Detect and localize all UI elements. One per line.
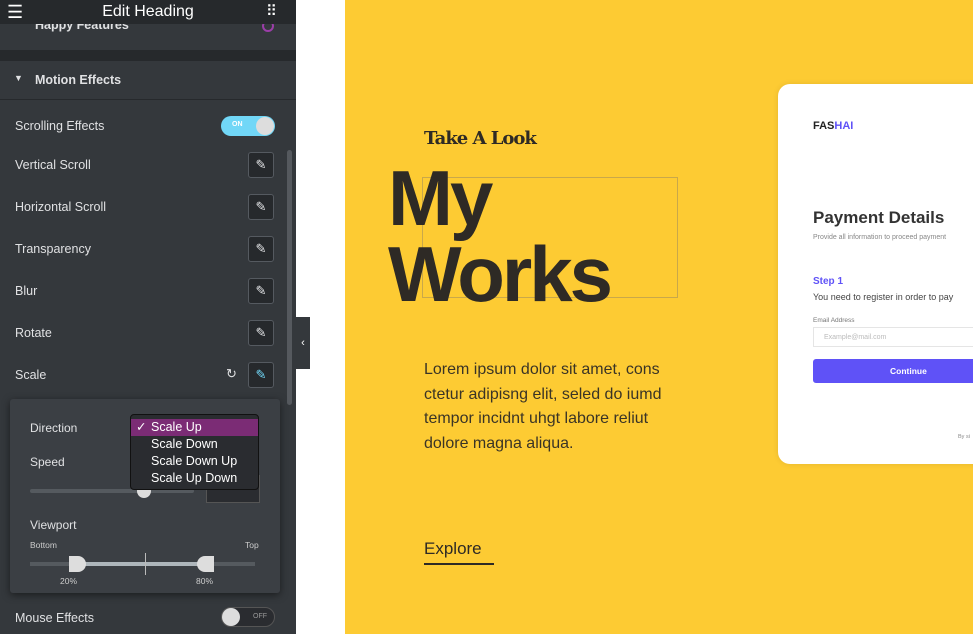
viewport-end-handle[interactable] — [197, 556, 214, 572]
page-canvas: Take A Look My Works Lorem ipsum dolor si… — [345, 0, 973, 634]
scale-label: Scale — [15, 368, 47, 382]
panel-title: Edit Heading — [102, 3, 194, 20]
email-input[interactable]: Example@mail.com — [813, 327, 973, 347]
mouse-effects-toggle[interactable]: OFF — [221, 607, 275, 627]
transparency-label: Transparency — [15, 242, 91, 256]
happy-icon — [262, 24, 274, 32]
blur-edit-button[interactable]: ✎ — [248, 278, 274, 304]
transparency-edit-button[interactable]: ✎ — [248, 236, 274, 262]
vertical-scroll-edit-button[interactable]: ✎ — [248, 152, 274, 178]
mouse-effects-label: Mouse Effects — [15, 611, 94, 625]
payment-card: FASHAI Payment Details Provide all infor… — [778, 84, 973, 464]
continue-button[interactable]: Continue — [813, 359, 973, 383]
horizontal-scroll-edit-button[interactable]: ✎ — [248, 194, 274, 220]
direction-dropdown[interactable]: ✓ Scale Up Scale Down Scale Down Up Scale… — [130, 414, 259, 490]
fashai-logo: FASHAI — [813, 120, 854, 132]
check-icon: ✓ — [136, 420, 147, 434]
reset-icon[interactable]: ↻ — [226, 366, 237, 382]
divider — [0, 50, 296, 61]
body-text: Lorem ipsum dolor sit amet, cons ctetur … — [424, 361, 662, 452]
horizontal-scroll-label: Horizontal Scroll — [15, 200, 107, 214]
section-motion-effects[interactable]: ▼ Motion Effects — [0, 61, 296, 100]
scrolling-effects-toggle[interactable]: ON — [221, 116, 275, 136]
option-scale-down-up[interactable]: Scale Down Up — [131, 453, 258, 470]
viewport-start-handle[interactable] — [69, 556, 86, 572]
option-scale-up[interactable]: ✓ Scale Up — [131, 419, 258, 436]
scrolling-effects-label: Scrolling Effects — [15, 119, 105, 133]
scale-edit-button[interactable]: ✎ — [248, 362, 274, 388]
rotate-edit-button[interactable]: ✎ — [248, 320, 274, 346]
subtitle: Take A Look — [424, 128, 537, 149]
section-happy-features[interactable]: Happy Features — [0, 24, 296, 50]
blur-label: Blur — [15, 284, 38, 298]
scrollbar[interactable] — [287, 150, 292, 405]
grid-icon[interactable]: ⠿ — [266, 0, 277, 24]
option-scale-down[interactable]: Scale Down — [131, 436, 258, 453]
collapse-panel-button[interactable]: ‹ — [296, 317, 310, 369]
heading[interactable]: My Works — [388, 159, 613, 313]
vertical-scroll-label: Vertical Scroll — [15, 158, 91, 172]
editor-panel: ☰ Edit Heading ⠿ Happy Features ▼ Motion… — [0, 0, 296, 634]
rotate-label: Rotate — [15, 326, 52, 340]
hamburger-icon[interactable]: ☰ — [7, 0, 23, 24]
panel-header: ☰ Edit Heading ⠿ — [0, 0, 296, 24]
caret-down-icon: ▼ — [14, 73, 23, 83]
option-scale-up-down[interactable]: Scale Up Down — [131, 470, 258, 487]
explore-link[interactable]: Explore — [424, 539, 494, 565]
